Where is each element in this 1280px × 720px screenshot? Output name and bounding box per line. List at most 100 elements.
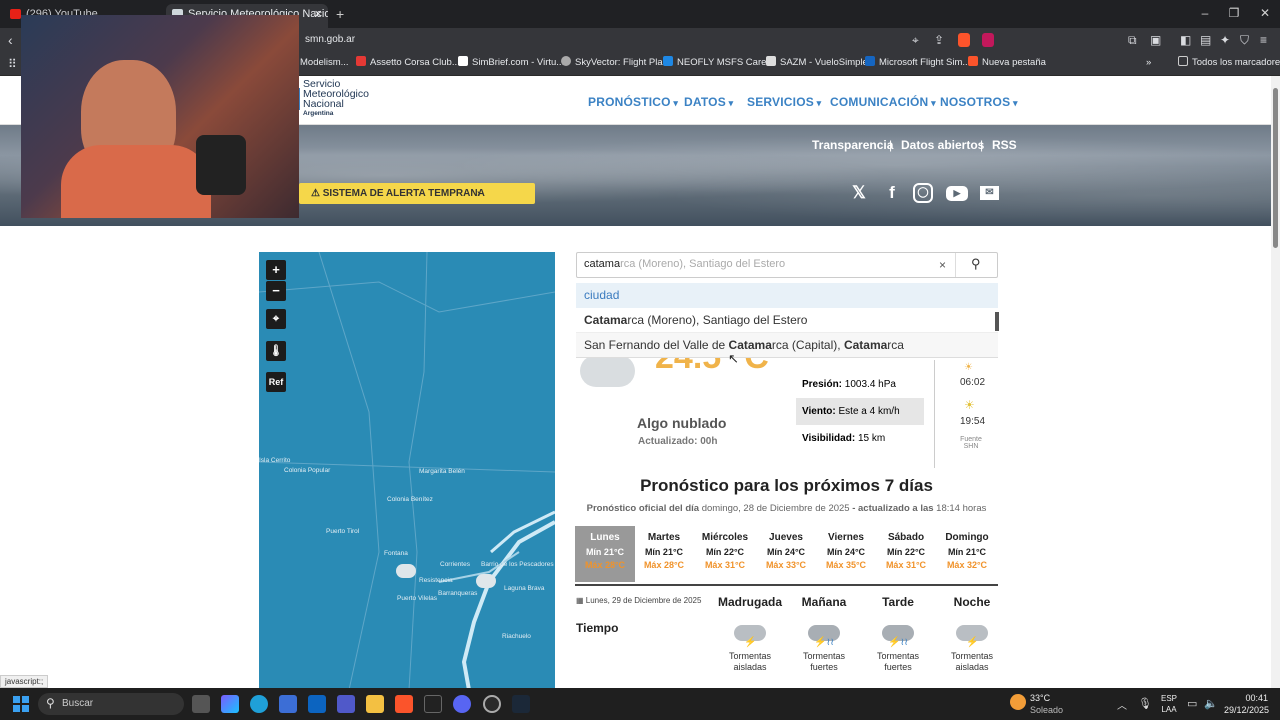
sunset-icon: ☀ <box>964 398 975 412</box>
forecast-day[interactable]: Sábado Mín 22°C Máx 31°C <box>876 526 936 582</box>
close-tab-icon[interactable]: × <box>314 4 322 24</box>
brave-shield-icon[interactable] <box>958 33 970 47</box>
discord-icon[interactable] <box>453 695 471 713</box>
teams-icon[interactable] <box>337 695 355 713</box>
warning-icon: ⚠ <box>311 188 323 199</box>
mail-icon[interactable]: ✉ <box>980 186 999 200</box>
nav-datos[interactable]: DATOS <box>684 95 733 109</box>
brave-icon[interactable] <box>395 695 413 713</box>
outlook-icon[interactable] <box>308 695 326 713</box>
youtube-icon[interactable]: ▶ <box>946 186 968 201</box>
task-view-icon[interactable] <box>192 695 210 713</box>
page-scrollbar[interactable] <box>1271 76 1280 688</box>
back-icon[interactable]: ‹ <box>8 33 13 47</box>
close-window-button[interactable]: ✕ <box>1250 4 1280 22</box>
separator: | <box>889 138 893 152</box>
place-label: Fontana <box>384 550 408 557</box>
city-search[interactable]: catamarca (Moreno), Santiago del Estero … <box>576 252 998 278</box>
period-header: Madrugada <box>717 595 782 609</box>
search-result-item[interactable]: San Fernando del Valle de Catamarca (Cap… <box>576 333 998 358</box>
url-field[interactable]: smn.gob.ar <box>305 34 355 45</box>
menu-icon[interactable]: ≡ <box>1260 33 1267 47</box>
location-pin-icon[interactable]: ⌖ <box>266 309 286 329</box>
sidebar-icon[interactable]: ◧ <box>1180 33 1191 47</box>
facebook-icon[interactable]: f <box>881 182 903 204</box>
instagram-icon[interactable]: ◯ <box>913 183 933 203</box>
x-icon[interactable]: 𝕏 <box>848 182 870 204</box>
clear-search-button[interactable]: × <box>939 258 946 272</box>
link-transparencia[interactable]: Transparencia <box>812 138 893 152</box>
nav-servicios[interactable]: SERVICIOS <box>747 95 821 109</box>
sun-icon[interactable] <box>1010 694 1026 710</box>
search-result-item[interactable]: Catamarca (Moreno), Santiago del Estero <box>576 308 998 333</box>
clock[interactable]: 00:41 29/12/2025 <box>1224 692 1269 716</box>
cloud-icon[interactable] <box>476 574 496 588</box>
divider <box>934 360 935 468</box>
terminal-icon[interactable] <box>424 695 442 713</box>
link-datos-abiertos[interactable]: Datos abiertos <box>901 138 984 152</box>
language-indicator[interactable]: ESP LAA <box>1161 693 1177 715</box>
apps-icon[interactable]: ⠿ <box>8 57 17 71</box>
zoom-out-button[interactable]: − <box>266 281 286 301</box>
bookmark-item[interactable]: NEOFLY MSFS Care... <box>663 56 774 70</box>
weather-map[interactable]: Colonia Popular Colonia Benítez Margarit… <box>259 252 555 690</box>
copilot-icon[interactable] <box>221 695 239 713</box>
new-tab-button[interactable]: + <box>336 6 344 22</box>
sunset-time: 19:54 <box>960 416 986 427</box>
tray-chevron-icon[interactable]: ︿ <box>1117 697 1127 712</box>
wallet-icon[interactable]: ▣ <box>1150 33 1161 47</box>
smn-logo[interactable]: Servicio Meteorológico Nacional Argentin… <box>303 79 383 119</box>
bookmark-item[interactable]: Microsoft Flight Sim... <box>865 56 970 70</box>
bookmark-item[interactable]: Nueva pestaña <box>968 56 1046 70</box>
file-explorer-icon[interactable] <box>366 695 384 713</box>
leo-ai-icon[interactable]: ✦ <box>1220 33 1230 47</box>
zoom-in-button[interactable]: + <box>266 260 286 280</box>
alert-button[interactable]: ⚠ SISTEMA DE ALERTA TEMPRANA › <box>299 183 535 204</box>
search-input[interactable]: catamarca (Moreno), Santiago del Estero <box>584 258 785 270</box>
nav-pronostico[interactable]: PRONÓSTICO <box>588 95 678 109</box>
maximize-button[interactable]: ❐ <box>1219 4 1249 22</box>
vpn-icon[interactable]: ⛉ <box>1240 33 1249 47</box>
forecast-title: Pronóstico para los próximos 7 días <box>640 476 933 495</box>
wallet-panel-icon[interactable]: ▤ <box>1200 33 1211 47</box>
nav-comunicacion[interactable]: COMUNICACIÓN <box>830 95 936 109</box>
network-icon[interactable]: ▭ <box>1187 697 1197 710</box>
minimize-button[interactable]: – <box>1190 4 1220 22</box>
bookmark-item[interactable]: SkyVector: Flight Pla... <box>561 56 671 70</box>
bookmark-item[interactable]: SAZM - VueloSimple <box>766 56 868 70</box>
place-label: Margarita Belén <box>419 468 465 475</box>
volume-icon[interactable]: 🔈 <box>1204 697 1218 710</box>
bookmarks-overflow-icon[interactable]: » <box>1146 56 1151 70</box>
forecast-day[interactable]: Domingo Mín 21°C Máx 32°C <box>937 526 997 582</box>
webcam-overlay <box>21 15 299 218</box>
thermometer-icon[interactable]: 🌡 <box>266 341 286 361</box>
microphone-icon[interactable]: 🎙 <box>1138 697 1152 710</box>
location-icon[interactable]: ⌖ <box>912 33 919 47</box>
forecast-day[interactable]: Lunes Mín 21°C Máx 28°C <box>575 526 635 582</box>
bookmark-item[interactable]: Assetto Corsa Club... <box>356 56 460 70</box>
extensions-icon[interactable]: ⧉ <box>1128 33 1137 47</box>
forecast-day[interactable]: Miércoles Mín 22°C Máx 31°C <box>695 526 755 582</box>
taskbar-search[interactable]: ⚲ Buscar <box>38 693 184 715</box>
weather-desc[interactable]: Soleado <box>1030 705 1063 715</box>
bookmark-item[interactable]: Modelism... <box>300 56 349 70</box>
storm-cloud-icon: ⚡≀≀ <box>808 622 842 648</box>
brave-rewards-icon[interactable] <box>982 33 994 47</box>
app-icon[interactable] <box>483 695 501 713</box>
forecast-day[interactable]: Viernes Mín 24°C Máx 35°C <box>816 526 876 582</box>
forecast-day[interactable]: Jueves Mín 24°C Máx 33°C <box>756 526 816 582</box>
forecast-day[interactable]: Martes Mín 21°C Máx 28°C <box>634 526 694 582</box>
link-rss[interactable]: RSS <box>992 138 1017 152</box>
windows-start-icon[interactable] <box>13 696 29 712</box>
share-icon[interactable]: ⇪ <box>934 33 944 47</box>
edge-icon[interactable] <box>250 695 268 713</box>
cloud-icon[interactable] <box>396 564 416 578</box>
map-ref-button[interactable]: Ref <box>266 372 286 392</box>
steam-icon[interactable] <box>512 695 530 713</box>
bookmarks-folder[interactable]: Todos los marcadores <box>1178 56 1280 70</box>
bookmark-item[interactable]: SimBrief.com - Virtu... <box>458 56 564 70</box>
search-icon[interactable]: ⚲ <box>971 256 981 272</box>
store-icon[interactable] <box>279 695 297 713</box>
nav-nosotros[interactable]: NOSOTROS <box>940 95 1018 109</box>
weather-temp[interactable]: 33°C <box>1030 693 1050 703</box>
